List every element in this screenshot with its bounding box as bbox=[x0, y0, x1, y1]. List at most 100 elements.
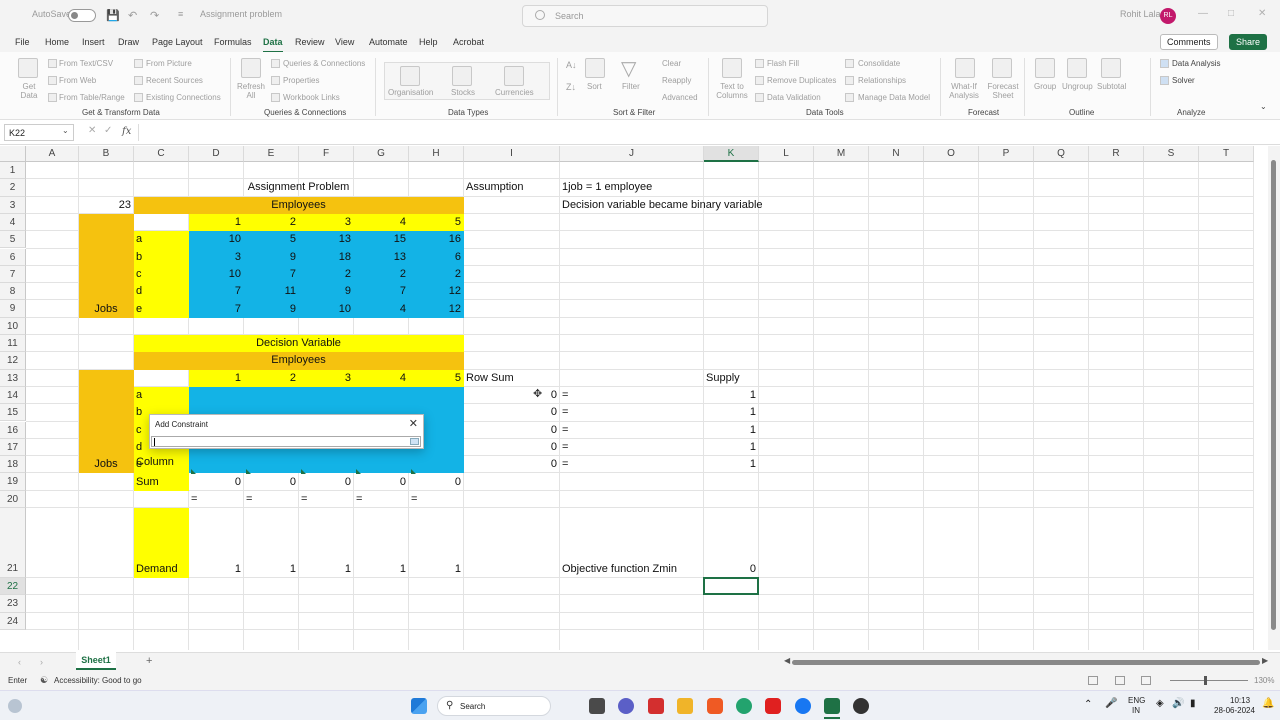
prev-sheet-icon[interactable]: ‹ bbox=[18, 657, 21, 667]
menu-acrobat[interactable]: Acrobat bbox=[453, 37, 484, 47]
start-icon[interactable] bbox=[411, 698, 427, 714]
sheet-title[interactable]: Assignment Problem bbox=[136, 181, 461, 194]
cost-cell[interactable]: 6 bbox=[411, 251, 461, 264]
column-header-f[interactable]: F bbox=[299, 146, 354, 162]
column-header-b[interactable]: B bbox=[79, 146, 134, 162]
close-icon[interactable]: ✕ bbox=[409, 417, 418, 430]
from-table-range-button[interactable]: From Table/Range bbox=[59, 93, 125, 102]
select-all-corner[interactable] bbox=[0, 146, 26, 162]
equals-sign[interactable]: = bbox=[562, 406, 701, 419]
menu-formulas[interactable]: Formulas bbox=[214, 37, 252, 47]
menu-insert[interactable]: Insert bbox=[82, 37, 105, 47]
supply-cell[interactable]: 1 bbox=[706, 424, 756, 437]
row-header-13[interactable]: 13 bbox=[0, 369, 26, 387]
cost-cell[interactable]: 9 bbox=[246, 251, 296, 264]
employee-id[interactable]: 4 bbox=[356, 216, 406, 229]
enter-icon[interactable]: ✓ bbox=[104, 125, 112, 136]
employee-id[interactable]: 3 bbox=[301, 216, 351, 229]
sum-label[interactable]: Sum bbox=[136, 476, 186, 489]
save-icon[interactable]: 💾 bbox=[106, 9, 120, 22]
widgets-icon[interactable] bbox=[8, 699, 22, 713]
column-sum-cell[interactable]: 0 bbox=[356, 476, 406, 489]
row-header-15[interactable]: 15 bbox=[0, 404, 26, 422]
column-header-q[interactable]: Q bbox=[1034, 146, 1089, 162]
add-sheet-button[interactable]: + bbox=[146, 655, 152, 667]
brave-icon[interactable] bbox=[707, 698, 723, 714]
job-id[interactable]: d bbox=[136, 285, 186, 298]
share-button[interactable]: Share bbox=[1229, 34, 1268, 50]
employee-id[interactable]: 5 bbox=[411, 216, 461, 229]
row-header-5[interactable]: 5 bbox=[0, 231, 26, 249]
cost-cell[interactable]: 4 bbox=[356, 303, 406, 316]
zoom-slider[interactable] bbox=[1170, 680, 1248, 681]
ungroup-button[interactable]: Ungroup bbox=[1062, 82, 1093, 91]
job-id[interactable]: c bbox=[136, 268, 186, 281]
column-header-p[interactable]: P bbox=[979, 146, 1034, 162]
document-title[interactable]: Assignment problem bbox=[200, 9, 282, 19]
from-text-csv-button[interactable]: From Text/CSV bbox=[59, 59, 113, 68]
minimize-icon[interactable]: — bbox=[1198, 8, 1208, 19]
clock-date[interactable]: 28-06-2024 bbox=[1214, 706, 1255, 715]
supply-label[interactable]: Supply bbox=[706, 372, 756, 385]
column-header-n[interactable]: N bbox=[869, 146, 924, 162]
column-header-d[interactable]: D bbox=[189, 146, 244, 162]
employee-id-2[interactable]: 2 bbox=[246, 372, 296, 385]
row-header-8[interactable]: 8 bbox=[0, 283, 26, 301]
row-header-16[interactable]: 16 bbox=[0, 421, 26, 439]
excel-taskbar-icon[interactable] bbox=[824, 698, 840, 714]
cost-cell[interactable]: 10 bbox=[191, 268, 241, 281]
microphone-icon[interactable]: 🎤 bbox=[1105, 698, 1117, 709]
row-header-24[interactable]: 24 bbox=[0, 612, 26, 630]
remove-duplicates-button[interactable]: Remove Duplicates bbox=[767, 76, 836, 85]
collapse-dialog-icon[interactable] bbox=[410, 438, 419, 445]
menu-page-layout[interactable]: Page Layout bbox=[152, 37, 203, 47]
cancel-icon[interactable]: ✕ bbox=[88, 125, 96, 136]
stocks-type[interactable]: Stocks bbox=[451, 88, 475, 97]
cost-cell[interactable]: 12 bbox=[411, 303, 461, 316]
organisation-type[interactable]: Organisation bbox=[388, 88, 433, 97]
cost-cell[interactable]: 18 bbox=[301, 251, 351, 264]
workbook-links-button[interactable]: Workbook Links bbox=[283, 93, 340, 102]
supply-cell[interactable]: 1 bbox=[706, 406, 756, 419]
refresh-all-button[interactable]: Refresh All bbox=[236, 82, 266, 100]
redo-icon[interactable]: ↷ bbox=[150, 9, 159, 22]
battery-icon[interactable]: ▮ bbox=[1190, 698, 1196, 709]
column-header-c[interactable]: C bbox=[134, 146, 189, 162]
column-sum-cell[interactable]: 0 bbox=[191, 476, 241, 489]
demand-cell[interactable]: 1 bbox=[246, 563, 296, 576]
solver-button[interactable]: Solver bbox=[1172, 76, 1195, 85]
cost-cell[interactable]: 16 bbox=[411, 233, 461, 246]
zoom-level[interactable]: 130% bbox=[1254, 676, 1274, 685]
job-id[interactable]: e bbox=[136, 303, 186, 316]
reapply-button[interactable]: Reapply bbox=[662, 76, 691, 85]
jobs-label-2[interactable]: Jobs bbox=[81, 458, 131, 471]
cost-cell[interactable]: 11 bbox=[246, 285, 296, 298]
manage-data-model-button[interactable]: Manage Data Model bbox=[858, 93, 930, 102]
row-header-17[interactable]: 17 bbox=[0, 438, 26, 457]
menu-file[interactable]: File bbox=[15, 37, 30, 47]
equals-sign[interactable]: = bbox=[562, 424, 701, 437]
cost-cell[interactable]: 3 bbox=[191, 251, 241, 264]
column-header-e[interactable]: E bbox=[244, 146, 299, 162]
task-view-icon[interactable] bbox=[589, 698, 605, 714]
demand-cell[interactable]: 1 bbox=[191, 563, 241, 576]
menu-data[interactable]: Data bbox=[263, 37, 283, 53]
cost-cell[interactable]: 9 bbox=[246, 303, 296, 316]
column-header-a[interactable]: A bbox=[26, 146, 79, 162]
demand-cell[interactable]: 1 bbox=[411, 563, 461, 576]
sort-desc-icon[interactable]: Z↓ bbox=[566, 82, 576, 92]
search-box[interactable]: Search bbox=[522, 5, 768, 27]
customize-qat-icon[interactable]: ≡ bbox=[178, 9, 183, 19]
existing-connections-button[interactable]: Existing Connections bbox=[146, 93, 221, 102]
equals-sign[interactable]: = bbox=[191, 493, 241, 506]
row-sum-cell[interactable]: 0 bbox=[466, 389, 557, 402]
comments-button[interactable]: Comments bbox=[1160, 34, 1218, 50]
volume-icon[interactable]: 🔊 bbox=[1172, 698, 1184, 709]
app-icon[interactable] bbox=[853, 698, 869, 714]
equals-sign[interactable]: = bbox=[562, 441, 701, 454]
job-id[interactable]: a bbox=[136, 233, 186, 246]
formula-input[interactable] bbox=[138, 124, 1272, 141]
row-sum-cell[interactable]: 0 bbox=[466, 406, 557, 419]
supply-cell[interactable]: 1 bbox=[706, 458, 756, 471]
demand-cell[interactable]: 1 bbox=[356, 563, 406, 576]
